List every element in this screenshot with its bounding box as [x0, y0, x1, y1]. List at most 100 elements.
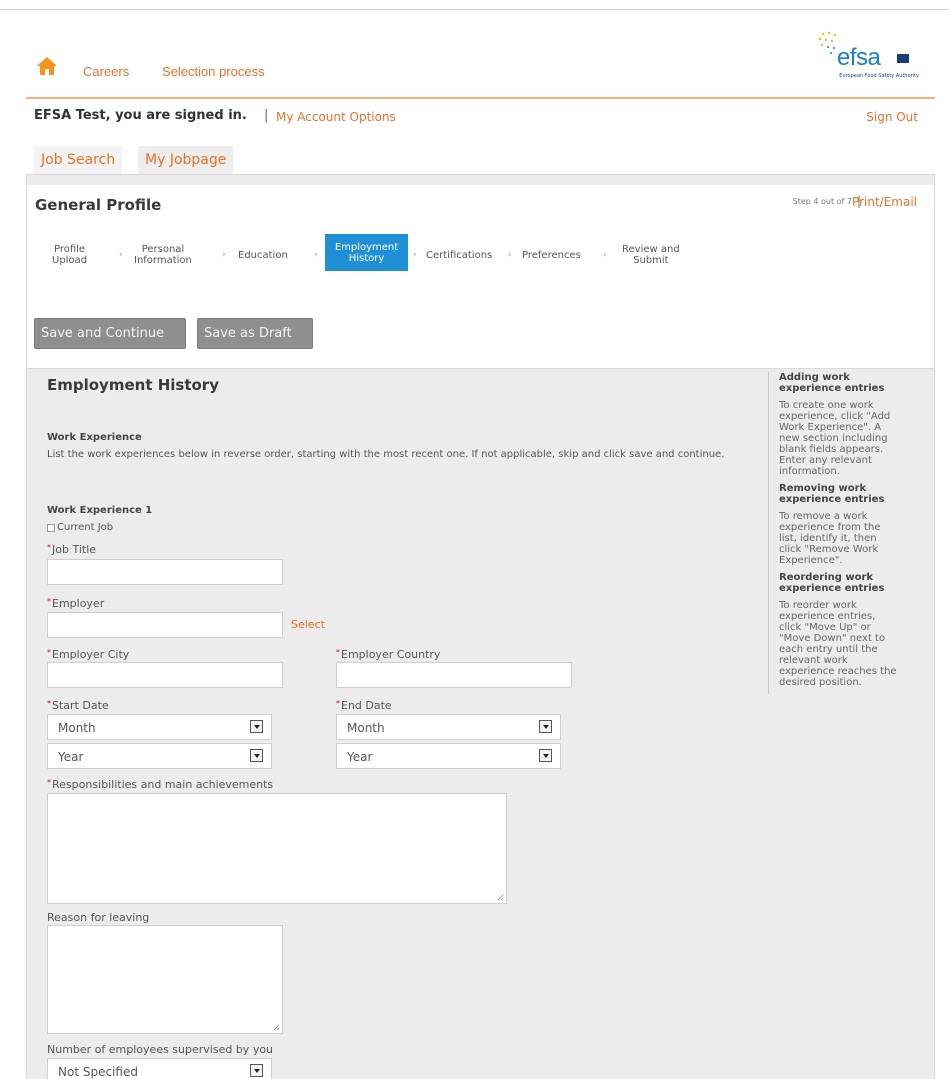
- supervised-value: Not Specified: [58, 1065, 138, 1079]
- start-year-select[interactable]: Year: [47, 743, 272, 769]
- step-chevron-icon: ›: [119, 250, 123, 260]
- required-marker: *: [47, 543, 51, 552]
- resize-grip-icon[interactable]: [497, 894, 504, 901]
- responsibilities-text: Responsibilities and main achievements: [52, 778, 274, 791]
- employer-input[interactable]: [47, 612, 283, 638]
- section-title: Employment History: [47, 376, 219, 394]
- resize-grip-icon[interactable]: [273, 1024, 280, 1031]
- step-personal-information[interactable]: Personal Information: [134, 244, 192, 266]
- step-chevron-icon: ›: [222, 250, 226, 260]
- help-reordering-text: To reorder work experience entries, clic…: [779, 600, 897, 688]
- employer-city-text: Employer City: [52, 648, 130, 661]
- employer-country-label: *Employer Country: [336, 648, 440, 661]
- end-date-text: End Date: [341, 699, 392, 712]
- responsibilities-textarea[interactable]: [47, 793, 507, 904]
- step-label: History: [348, 253, 385, 264]
- nav-selection-process[interactable]: Selection process: [162, 64, 265, 79]
- top-divider: [0, 9, 949, 10]
- reason-textarea[interactable]: [47, 925, 283, 1034]
- page-title: General Profile: [35, 196, 162, 214]
- tab-job-search[interactable]: Job Search: [34, 146, 123, 174]
- subsection-title: Work Experience: [47, 432, 142, 443]
- save-as-draft-button[interactable]: Save as Draft: [197, 318, 313, 349]
- header-rule: [26, 97, 935, 99]
- step-education[interactable]: Education: [238, 250, 288, 261]
- job-title-label: *Job Title: [47, 543, 96, 556]
- start-date-text: Start Date: [52, 699, 109, 712]
- end-month-value: Month: [347, 721, 385, 735]
- step-label: Profile: [53, 244, 86, 255]
- site-header: Careers Selection process efsa European …: [26, 30, 935, 95]
- save-and-continue-button[interactable]: Save and Continue: [34, 318, 186, 349]
- panel-strip: [27, 175, 934, 185]
- end-year-select[interactable]: Year: [336, 743, 561, 769]
- reason-label: Reason for leaving: [47, 911, 150, 924]
- employer-select-link[interactable]: Select: [291, 618, 325, 631]
- start-month-select[interactable]: Month: [47, 714, 272, 740]
- help-adding-text: To create one work experience, click "Ad…: [779, 400, 891, 477]
- home-icon[interactable]: [36, 56, 58, 76]
- step-chevron-icon: ›: [413, 250, 417, 260]
- start-year-value: Year: [58, 750, 84, 764]
- employer-city-label: *Employer City: [47, 648, 129, 661]
- responsibilities-label: *Responsibilities and main achievements: [47, 778, 273, 791]
- nav-careers[interactable]: Careers: [83, 64, 129, 79]
- employer-text: Employer: [52, 597, 105, 610]
- start-month-value: Month: [58, 721, 96, 735]
- help-adding-title: Adding work experience entries: [779, 372, 885, 394]
- my-account-options-link[interactable]: My Account Options: [276, 110, 396, 124]
- logo-wordmark: efsa: [837, 44, 881, 71]
- help-removing-text: To remove a work experience from the lis…: [779, 511, 881, 566]
- step-label: Submit: [633, 255, 669, 266]
- work-experience-title: Work Experience 1: [47, 505, 153, 516]
- job-title-input[interactable]: [47, 559, 283, 585]
- sign-out-link[interactable]: Sign Out: [866, 110, 918, 124]
- efsa-logo[interactable]: efsa European Food Safety Authority: [799, 30, 919, 90]
- required-marker: *: [336, 648, 340, 657]
- supervised-select[interactable]: Not Specified: [47, 1058, 272, 1079]
- current-job-checkbox[interactable]: [47, 523, 55, 532]
- step-profile-upload[interactable]: Profile Upload: [52, 244, 87, 266]
- dropdown-arrow-icon[interactable]: [539, 749, 552, 762]
- step-indicator: Step 4 out of 7: [792, 197, 852, 206]
- help-reordering-title: Reordering work experience entries: [779, 572, 885, 594]
- job-title-text: Job Title: [52, 543, 97, 556]
- step-label: Certifications: [426, 250, 493, 261]
- step-chevron-icon: ›: [603, 250, 607, 260]
- step-label: Education: [238, 250, 288, 261]
- help-sidebar: Adding work experience entries To create…: [768, 372, 898, 694]
- dropdown-arrow-icon[interactable]: [250, 720, 263, 733]
- supervised-label: Number of employees supervised by you: [47, 1043, 274, 1056]
- signed-in-text: EFSA Test, you are signed in.: [34, 108, 247, 123]
- required-marker: *: [47, 699, 51, 708]
- step-review-submit[interactable]: Review and Submit: [622, 244, 680, 266]
- required-marker: *: [47, 648, 51, 657]
- required-marker: *: [336, 699, 340, 708]
- dropdown-arrow-icon[interactable]: [250, 749, 263, 762]
- tab-my-jobpage[interactable]: My Jobpage: [138, 146, 234, 174]
- dropdown-arrow-icon[interactable]: [539, 720, 552, 733]
- step-label: Employment: [334, 242, 399, 253]
- account-separator: |: [264, 108, 269, 123]
- step-label: Personal: [141, 244, 185, 255]
- step-label: Upload: [52, 255, 88, 266]
- instructions-text: List the work experiences below in rever…: [47, 449, 725, 460]
- step-certifications[interactable]: Certifications: [426, 250, 492, 261]
- step-employment-history[interactable]: Employment History: [325, 234, 408, 271]
- current-job-checkbox-row[interactable]: Current Job: [47, 522, 113, 533]
- step-preferences[interactable]: Preferences: [522, 250, 581, 261]
- step-label: Review and: [622, 244, 680, 255]
- end-month-select[interactable]: Month: [336, 714, 561, 740]
- start-date-label: *Start Date: [47, 699, 109, 712]
- print-email-link[interactable]: Print/Email: [852, 195, 917, 209]
- required-marker: *: [47, 778, 51, 787]
- end-year-value: Year: [347, 750, 373, 764]
- employer-city-input[interactable]: [47, 662, 283, 688]
- employer-label: *Employer: [47, 597, 104, 610]
- logo-subtitle: European Food Safety Authority: [839, 73, 919, 79]
- current-job-label: Current Job: [57, 522, 114, 533]
- help-removing-title: Removing work experience entries: [779, 483, 885, 505]
- employer-country-input[interactable]: [336, 662, 572, 688]
- dropdown-arrow-icon[interactable]: [250, 1064, 263, 1077]
- eu-flag-icon: [897, 54, 909, 63]
